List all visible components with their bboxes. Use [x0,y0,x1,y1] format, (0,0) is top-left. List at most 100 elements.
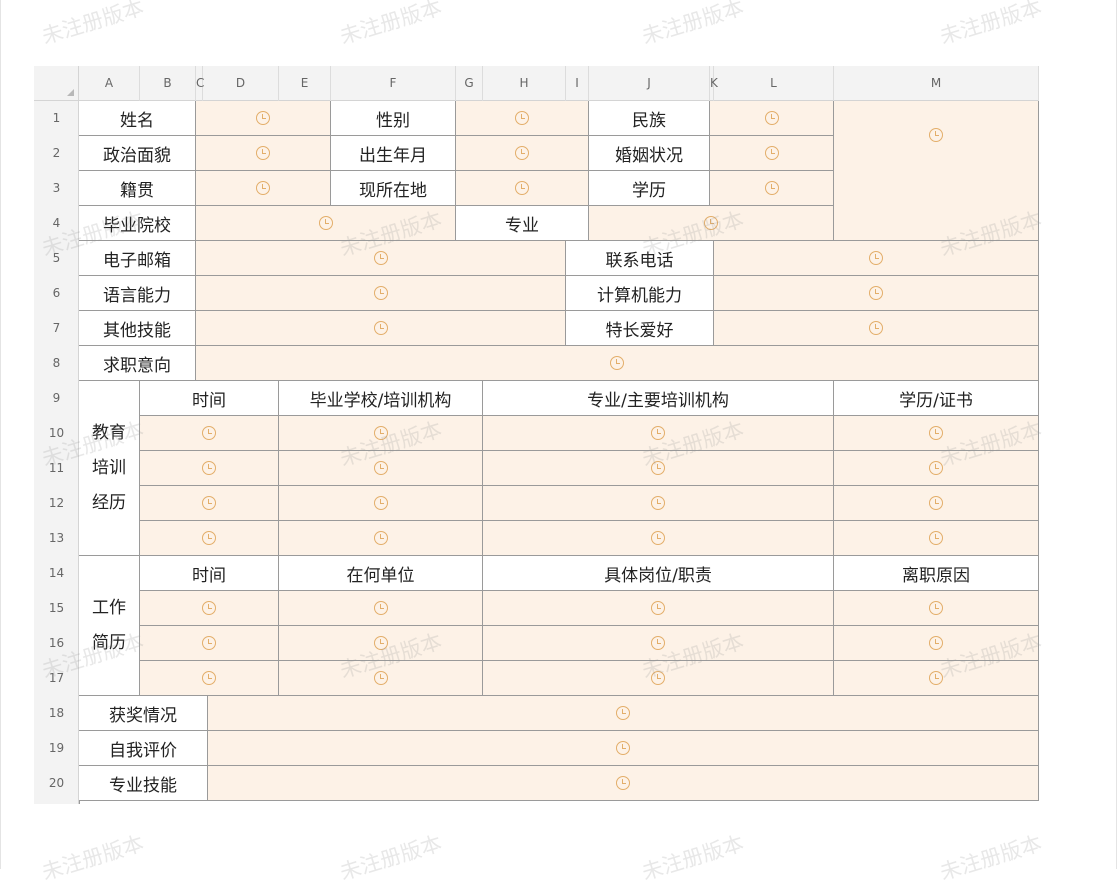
clock-icon [202,461,216,475]
row-header[interactable]: 13 [34,521,79,556]
native-place-input[interactable] [196,171,331,206]
work-input-cell[interactable] [834,661,1039,696]
row-header[interactable]: 11 [34,451,79,486]
job-intention-input[interactable] [196,346,1039,381]
row-header[interactable]: 7 [34,311,79,346]
row-header[interactable]: 14 [34,556,79,591]
column-header[interactable]: A [79,66,140,101]
column-header[interactable]: E [279,66,331,101]
row-header[interactable]: 19 [34,731,79,766]
row-header[interactable]: 4 [34,206,79,241]
row-header[interactable]: 15 [34,591,79,626]
section-label-part: 简历 [92,632,126,653]
work-input-cell[interactable] [483,661,834,696]
work-input-cell[interactable] [279,626,483,661]
education-input-cell[interactable] [140,521,279,556]
section-label-part: 工作 [92,597,126,618]
education-level-input[interactable] [710,171,834,206]
birth-date-input[interactable] [456,136,589,171]
clock-icon [318,216,333,230]
column-header[interactable]: C [196,66,204,101]
awards-input[interactable] [208,696,1039,731]
education-input-cell[interactable] [279,521,483,556]
language-ability-input[interactable] [196,276,566,311]
row-header[interactable]: 8 [34,346,79,381]
clock-icon [764,111,779,125]
name-input[interactable] [196,101,331,136]
specialty-hobbies-input[interactable] [714,311,1039,346]
work-input-cell[interactable] [140,626,279,661]
education-input-cell[interactable] [279,486,483,521]
column-header[interactable]: J [589,66,710,101]
row-header[interactable]: 6 [34,276,79,311]
row-header-bar: 1 2 3 4 5 6 7 8 9 10 11 12 13 14 15 16 17 18 19 20 [34,101,79,804]
work-input-cell[interactable] [279,661,483,696]
other-skills-input[interactable] [196,311,566,346]
clock-icon [373,286,388,300]
clock-icon [373,461,388,475]
work-input-cell[interactable] [140,661,279,696]
work-input-cell[interactable] [483,626,834,661]
self-evaluation-input[interactable] [208,731,1039,766]
graduated-school-input[interactable] [196,206,456,241]
column-header[interactable]: I [566,66,589,101]
label-major: 专业 [456,206,589,241]
clock-icon [704,216,718,230]
watermark-text: 未注册版本 [937,831,1045,885]
professional-skills-input[interactable] [208,766,1039,801]
education-input-cell[interactable] [483,451,834,486]
education-input-cell[interactable] [140,486,279,521]
clock-icon [869,321,883,335]
work-input-cell[interactable] [834,591,1039,626]
political-status-input[interactable] [196,136,331,171]
gender-input[interactable] [456,101,589,136]
watermark-text: 未注册版本 [39,0,147,49]
row-header[interactable]: 16 [34,626,79,661]
column-header[interactable]: M [834,66,1039,101]
major-input[interactable] [589,206,834,241]
marital-status-input[interactable] [710,136,834,171]
row-header[interactable]: 12 [34,486,79,521]
column-header[interactable]: L [714,66,834,101]
education-input-cell[interactable] [483,486,834,521]
education-input-cell[interactable] [140,416,279,451]
row-header[interactable]: 2 [34,136,79,171]
row-header[interactable]: 10 [34,416,79,451]
clock-icon [202,496,216,510]
work-input-cell[interactable] [140,591,279,626]
clock-icon [651,671,665,685]
education-input-cell[interactable] [279,451,483,486]
education-input-cell[interactable] [140,451,279,486]
clock-icon [869,251,883,265]
column-header[interactable]: G [456,66,483,101]
ethnicity-input[interactable] [710,101,834,136]
phone-input[interactable] [714,241,1039,276]
clock-icon [929,128,943,142]
select-all-corner[interactable] [34,66,79,101]
row-header[interactable]: 5 [34,241,79,276]
education-input-cell[interactable] [834,416,1039,451]
column-header[interactable]: D [203,66,279,101]
education-input-cell[interactable] [483,416,834,451]
work-input-cell[interactable] [483,591,834,626]
row-header[interactable]: 3 [34,171,79,206]
education-input-cell[interactable] [834,486,1039,521]
column-header[interactable]: B [140,66,196,101]
column-header[interactable]: F [331,66,456,101]
photo-cell[interactable] [834,101,1039,241]
work-input-cell[interactable] [834,626,1039,661]
row-header[interactable]: 17 [34,661,79,696]
email-input[interactable] [196,241,566,276]
row-header[interactable]: 1 [34,101,79,136]
row-header[interactable]: 9 [34,381,79,416]
education-input-cell[interactable] [834,451,1039,486]
work-input-cell[interactable] [279,591,483,626]
row-header[interactable]: 18 [34,696,79,731]
row-header[interactable]: 20 [34,766,79,801]
current-location-input[interactable] [456,171,589,206]
education-input-cell[interactable] [279,416,483,451]
column-header[interactable]: H [483,66,566,101]
education-input-cell[interactable] [483,521,834,556]
computer-ability-input[interactable] [714,276,1039,311]
education-input-cell[interactable] [834,521,1039,556]
